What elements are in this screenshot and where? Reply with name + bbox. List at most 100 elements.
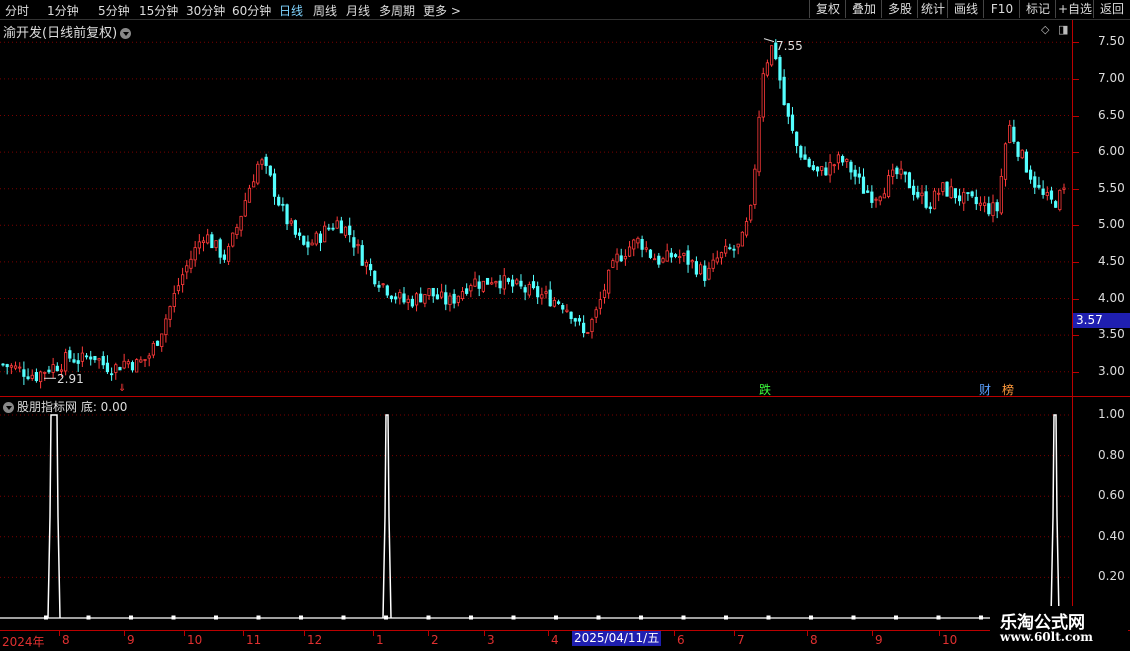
candle [414, 292, 419, 312]
candle [214, 240, 218, 252]
x-tick-mark [243, 631, 244, 636]
candle [1033, 171, 1037, 194]
draw-button[interactable]: 画线 [947, 0, 984, 18]
candle [531, 274, 536, 290]
period-tab-daily[interactable]: 日线 [279, 2, 303, 19]
candle [89, 350, 93, 366]
baseline-dot [86, 615, 91, 620]
candle [527, 281, 531, 298]
candle [444, 284, 448, 311]
candle [235, 223, 239, 240]
candle [832, 163, 836, 174]
candle [210, 231, 214, 249]
candle [377, 280, 381, 292]
candle [841, 154, 845, 166]
candle [987, 196, 991, 217]
candle [999, 168, 1003, 216]
year-label: 2024年 [2, 635, 45, 649]
candlestick-chart[interactable] [0, 20, 1072, 396]
candle [460, 286, 465, 301]
candle [306, 235, 310, 256]
candle [983, 196, 987, 213]
candle [364, 259, 369, 275]
candle [206, 228, 210, 245]
candle [494, 280, 498, 288]
candle [828, 154, 832, 183]
candle [277, 194, 281, 207]
candle [644, 241, 648, 253]
back-button[interactable]: 返回 [1093, 0, 1130, 18]
candle [410, 295, 414, 309]
adjust-button[interactable]: 复权 [809, 0, 846, 18]
period-tab-5min[interactable]: 5分钟 [98, 2, 130, 19]
period-tab-60min[interactable]: 60分钟 [232, 2, 271, 19]
candle [920, 185, 924, 205]
baseline-dot [979, 615, 983, 620]
period-tab-1min[interactable]: 1分钟 [47, 2, 79, 19]
candle [536, 281, 540, 305]
candle [272, 168, 277, 205]
y-tick-mark [1073, 78, 1079, 80]
period-tab-15min[interactable]: 15分钟 [139, 2, 178, 19]
add-watchlist-button[interactable]: +自选 [1055, 0, 1094, 18]
x-tick-mark [872, 631, 873, 636]
high-pointer [763, 38, 775, 43]
candle [176, 277, 181, 295]
period-tab-intraday[interactable]: 分时 [5, 2, 29, 19]
candle [268, 165, 272, 177]
period-tab-multi[interactable]: 多周期 [379, 2, 415, 19]
candle [318, 230, 323, 252]
candle [1012, 119, 1016, 144]
candle [861, 168, 866, 194]
candle [749, 204, 753, 223]
period-tab-30min[interactable]: 30分钟 [186, 2, 225, 19]
baseline-dot [894, 615, 898, 620]
candle [937, 188, 941, 202]
candle [97, 357, 101, 369]
candle [68, 346, 72, 363]
candle [452, 289, 456, 309]
candle [561, 303, 565, 314]
candle [335, 216, 339, 229]
x-tick-mark [807, 631, 808, 636]
mark-button[interactable]: 标记 [1019, 0, 1056, 18]
candle [849, 159, 853, 180]
candle [26, 368, 30, 381]
candle [820, 166, 824, 176]
overlay-button[interactable]: 叠加 [845, 0, 882, 18]
candle [815, 166, 820, 177]
x-tick-label: 11 [246, 633, 262, 647]
candle [511, 274, 515, 293]
candle [698, 262, 703, 276]
period-tab-more[interactable]: 更多 > [423, 2, 461, 19]
period-tab-weekly[interactable]: 周线 [313, 2, 337, 19]
candle [907, 171, 912, 189]
candle [1049, 186, 1054, 204]
candle [740, 231, 744, 247]
candle [80, 346, 84, 367]
x-tick-label: 10 [942, 633, 958, 647]
f10-button[interactable]: F10 [983, 0, 1020, 18]
y-tick-label: 3.50 [1098, 327, 1125, 342]
candle [991, 194, 995, 223]
indicator-spike [382, 414, 392, 619]
stats-button[interactable]: 统计 [917, 0, 948, 18]
candle [172, 285, 176, 313]
x-tick-label: 9 [127, 633, 135, 647]
baseline-dot [809, 615, 813, 620]
indicator-y-tick-label: 0.80 [1098, 447, 1125, 462]
candle [732, 245, 736, 258]
candle [360, 240, 364, 266]
multi-stock-button[interactable]: 多股 [881, 0, 918, 18]
candle [239, 215, 243, 237]
candle [807, 156, 811, 168]
indicator-chart[interactable] [0, 397, 1072, 630]
x-tick-label: 1 [376, 633, 384, 647]
y-tick-label: 3.00 [1098, 363, 1125, 378]
x-tick-label: 4 [551, 633, 559, 647]
period-tab-monthly[interactable]: 月线 [346, 2, 370, 19]
candle [765, 59, 770, 78]
candle [728, 243, 732, 251]
candle [724, 239, 728, 257]
x-tick-mark [484, 631, 485, 636]
